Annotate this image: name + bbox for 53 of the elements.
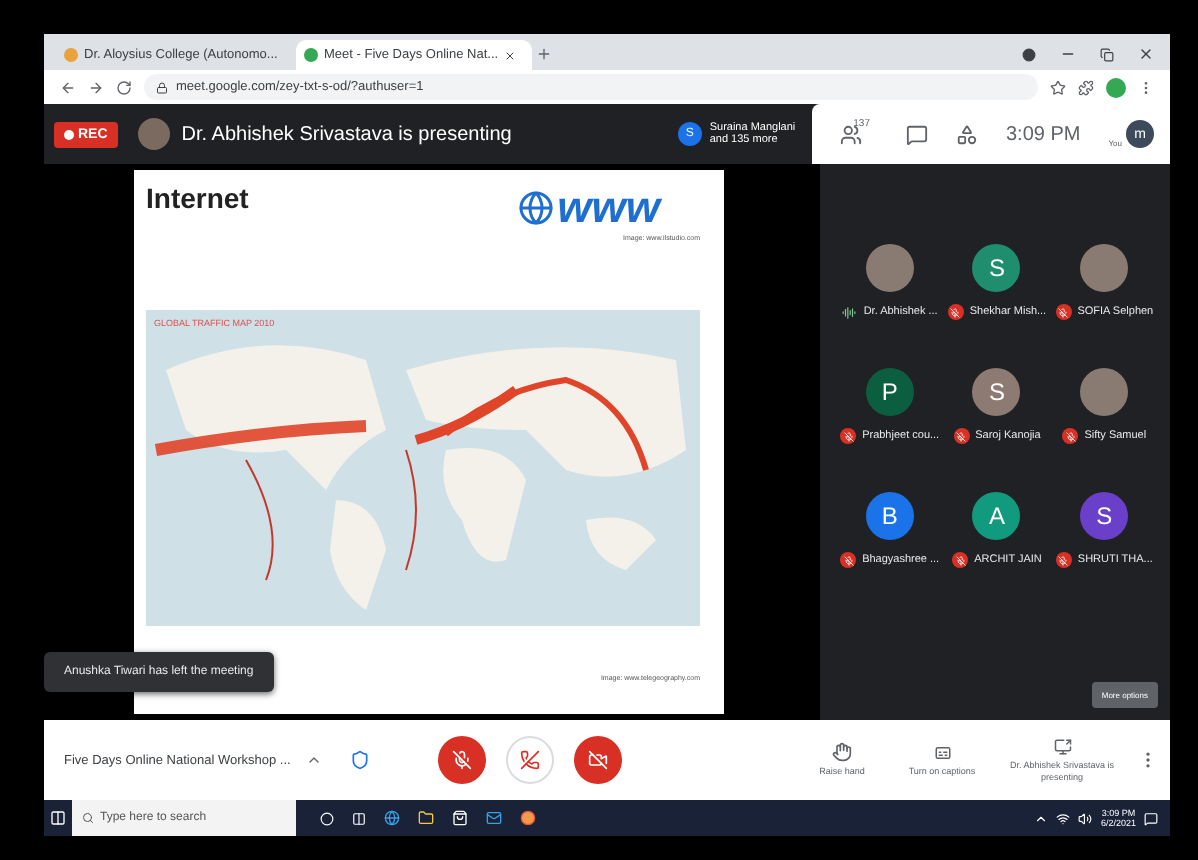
- puzzle-icon[interactable]: [1078, 79, 1094, 95]
- screen-share-icon: [1053, 738, 1071, 757]
- shopping-bag-icon[interactable]: [452, 810, 468, 826]
- shield-icon[interactable]: [350, 750, 371, 770]
- chat-icon[interactable]: [906, 123, 928, 145]
- globe-icon[interactable]: [384, 810, 400, 826]
- chevron-up-icon[interactable]: [306, 752, 323, 768]
- circle-icon[interactable]: [320, 811, 334, 825]
- back-icon[interactable]: [60, 79, 76, 95]
- people-icon[interactable]: [839, 123, 862, 145]
- camera-button[interactable]: [574, 736, 623, 784]
- initial-avatar: S: [1080, 492, 1129, 540]
- chevron-up-icon[interactable]: [1034, 811, 1049, 825]
- app-icon[interactable]: [520, 810, 536, 826]
- search-icon: [82, 812, 94, 824]
- wifi-icon[interactable]: [1056, 811, 1071, 825]
- presenting-title: Dr. Abhishek Srivastava is presenting: [181, 123, 514, 145]
- initial-avatar: A: [972, 492, 1021, 540]
- restore-icon[interactable]: [1100, 47, 1114, 61]
- lock-icon: [156, 81, 168, 93]
- avatar: [865, 244, 914, 292]
- folder-icon[interactable]: [418, 810, 434, 826]
- reload-icon[interactable]: [116, 79, 132, 95]
- notifications-icon[interactable]: [1144, 811, 1158, 825]
- captions-icon: [933, 743, 951, 762]
- phone-off-icon: [520, 750, 541, 770]
- camera-off-icon: [588, 750, 609, 770]
- slide-title: Internet: [146, 182, 249, 214]
- new-tab-icon[interactable]: [536, 46, 552, 62]
- close-icon[interactable]: [504, 49, 517, 61]
- activities-icon[interactable]: [956, 123, 978, 145]
- hang-up-button[interactable]: [506, 736, 555, 784]
- favicon-icon: [64, 48, 78, 62]
- favicon-icon: [304, 48, 318, 62]
- profile-avatar[interactable]: [1106, 77, 1126, 97]
- www-logo: www: [517, 182, 700, 234]
- microphone-button[interactable]: [438, 736, 487, 784]
- record-icon[interactable]: [1022, 47, 1036, 61]
- mic-off-icon: [452, 750, 473, 770]
- initial-avatar: S: [972, 368, 1021, 416]
- initial-avatar: S: [972, 244, 1021, 292]
- star-icon[interactable]: [1050, 79, 1066, 95]
- mail-icon[interactable]: [486, 810, 502, 826]
- clock-time: 3:09 PM: [1006, 123, 1081, 145]
- avatar: [1080, 368, 1129, 416]
- forward-icon[interactable]: [88, 79, 104, 95]
- avatar: [1080, 244, 1129, 292]
- close-icon[interactable]: [1138, 46, 1154, 62]
- volume-icon[interactable]: [1078, 811, 1093, 825]
- initial-avatar: P: [865, 368, 914, 416]
- avatar: [137, 118, 170, 150]
- initial-avatar: B: [865, 492, 914, 540]
- hand-icon: [832, 742, 852, 763]
